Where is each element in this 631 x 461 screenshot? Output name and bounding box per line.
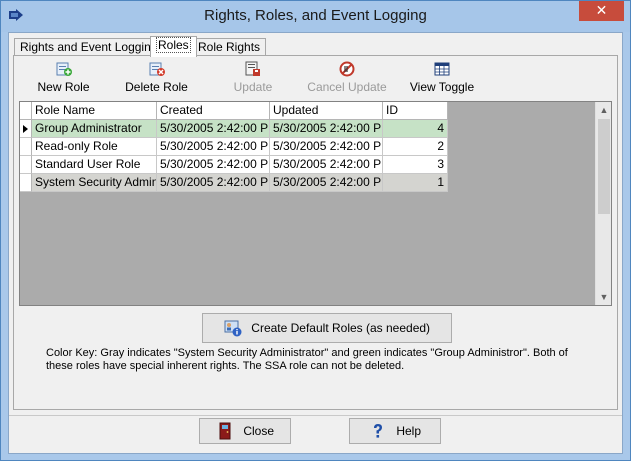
help-label: Help	[396, 423, 422, 438]
row-indicator	[20, 156, 32, 174]
tab-roles[interactable]: Roles	[150, 36, 197, 57]
column-header-id[interactable]: ID	[383, 102, 448, 120]
roles-toolbar: New Role Delete Role Update Cancel Updat…	[14, 61, 617, 99]
cell-role-name[interactable]: Read-only Role	[32, 138, 157, 156]
grid-view-icon	[434, 62, 450, 76]
tab-rights-and-event-logging[interactable]: Rights and Event Logging	[14, 38, 164, 56]
column-header-role-name[interactable]: Role Name	[32, 102, 157, 120]
cell-created[interactable]: 5/30/2005 2:42:00 PM	[157, 174, 270, 192]
cell-id[interactable]: 3	[383, 156, 448, 174]
scroll-up-arrow-icon[interactable]: ▲	[596, 102, 612, 118]
create-default-roles-button[interactable]: Create Default Roles (as needed)	[202, 313, 452, 343]
cancel-update-button[interactable]: Cancel Update	[307, 61, 387, 94]
grid-content: Role Name Created Updated ID Group Admin…	[20, 102, 597, 305]
cell-created[interactable]: 5/30/2005 2:42:00 PM	[157, 138, 270, 156]
cell-updated[interactable]: 5/30/2005 2:42:00 PM	[270, 138, 383, 156]
row-indicator	[20, 120, 32, 138]
delete-role-label: Delete Role	[125, 80, 188, 94]
table-row[interactable]: Read-only Role 5/30/2005 2:42:00 PM 5/30…	[20, 138, 452, 156]
cell-updated[interactable]: 5/30/2005 2:42:00 PM	[270, 174, 383, 192]
cancel-update-label: Cancel Update	[307, 80, 387, 94]
help-button[interactable]: Help	[349, 418, 441, 444]
new-role-button[interactable]: New Role	[36, 61, 91, 94]
color-key-text: Color Key: Gray indicates "System Securi…	[46, 347, 568, 372]
cell-updated[interactable]: 5/30/2005 2:42:00 PM	[270, 156, 383, 174]
cell-id[interactable]: 2	[383, 138, 448, 156]
tab-label: Roles	[156, 37, 191, 53]
table-row[interactable]: Standard User Role 5/30/2005 2:42:00 PM …	[20, 156, 452, 174]
cell-role-name[interactable]: Group Administrator	[32, 120, 157, 138]
view-toggle-button[interactable]: View Toggle	[407, 61, 477, 94]
column-header-created[interactable]: Created	[157, 102, 270, 120]
row-indicator	[20, 174, 32, 192]
table-row[interactable]: Group Administrator 5/30/2005 2:42:00 PM…	[20, 120, 452, 138]
row-indicator	[20, 138, 32, 156]
cancel-icon	[339, 61, 355, 77]
close-button[interactable]: Close	[199, 418, 291, 444]
help-question-icon	[373, 423, 382, 438]
current-row-arrow-icon	[23, 125, 28, 133]
close-label: Close	[243, 423, 275, 438]
cell-role-name[interactable]: Standard User Role	[32, 156, 157, 174]
door-exit-icon	[219, 422, 231, 440]
cell-id[interactable]: 1	[383, 174, 448, 192]
grid-corner-header	[20, 102, 32, 120]
delete-role-icon	[149, 62, 165, 76]
cell-created[interactable]: 5/30/2005 2:42:00 PM	[157, 156, 270, 174]
delete-role-button[interactable]: Delete Role	[124, 61, 189, 94]
main-window: Rights, Roles, and Event Logging ✕ Right…	[0, 0, 631, 461]
scrollbar-thumb[interactable]	[598, 119, 610, 214]
update-label: Update	[233, 80, 273, 94]
scroll-down-arrow-icon[interactable]: ▼	[596, 289, 612, 305]
new-role-icon	[56, 62, 72, 76]
view-toggle-label: View Toggle	[409, 80, 475, 94]
tab-label: Role Rights	[198, 40, 261, 54]
grid-vertical-scrollbar[interactable]: ▲ ▼	[595, 102, 611, 305]
column-header-updated[interactable]: Updated	[270, 102, 383, 120]
roles-grid[interactable]: Role Name Created Updated ID Group Admin…	[19, 101, 612, 306]
user-roles-info-icon	[224, 320, 242, 337]
dialog-client-area: Rights and Event Logging Roles Role Righ…	[8, 32, 623, 454]
tab-role-rights[interactable]: Role Rights	[192, 38, 267, 56]
title-bar[interactable]: Rights, Roles, and Event Logging ✕	[1, 1, 630, 32]
new-role-label: New Role	[37, 80, 90, 94]
footer-divider	[9, 415, 622, 416]
window-title: Rights, Roles, and Event Logging	[204, 7, 427, 24]
cell-id[interactable]: 4	[383, 120, 448, 138]
cell-updated[interactable]: 5/30/2005 2:42:00 PM	[270, 120, 383, 138]
save-disk-icon	[245, 61, 260, 76]
tab-label: Rights and Event Logging	[20, 40, 158, 54]
cell-created[interactable]: 5/30/2005 2:42:00 PM	[157, 120, 270, 138]
cell-role-name[interactable]: System Security Admini...	[32, 174, 157, 192]
roles-tab-panel: New Role Delete Role Update Cancel Updat…	[13, 55, 618, 410]
update-button[interactable]: Update	[233, 61, 273, 94]
table-row[interactable]: System Security Admini... 5/30/2005 2:42…	[20, 174, 452, 192]
window-close-button[interactable]: ✕	[579, 1, 624, 21]
create-default-roles-label: Create Default Roles (as needed)	[251, 320, 431, 335]
